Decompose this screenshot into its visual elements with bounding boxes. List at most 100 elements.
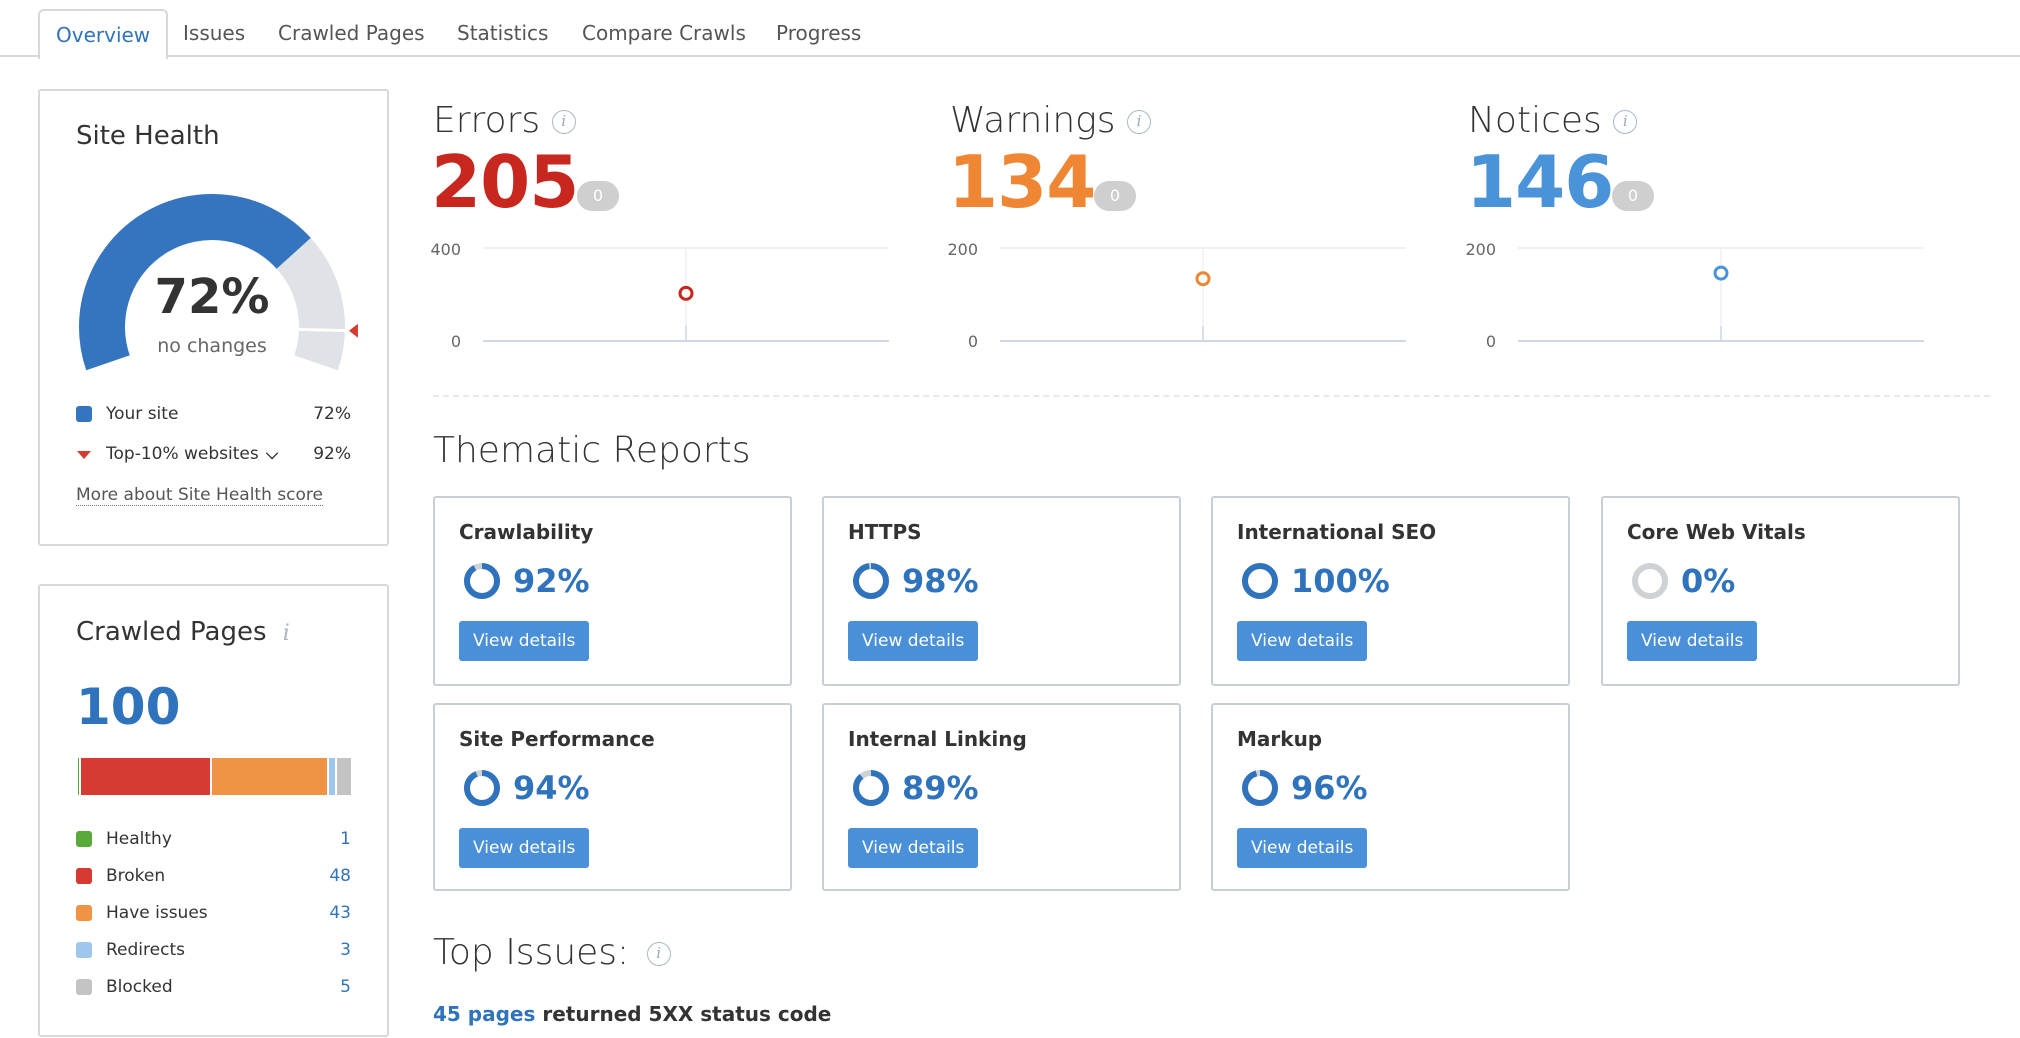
- issue-description: returned 5XX status code: [535, 1002, 832, 1026]
- issue-pages-link[interactable]: 45 pages: [433, 1002, 535, 1026]
- info-icon[interactable]: i: [1126, 110, 1151, 134]
- legend-row-blocked: Blocked 5: [76, 973, 351, 1001]
- donut-fill: [1242, 770, 1278, 806]
- crawled-pages-panel: Crawled Pages i 100 Healthy 1 Broken 48 Have…: [38, 584, 389, 1037]
- site-health-gauge: [79, 194, 358, 371]
- legend-count[interactable]: 48: [329, 862, 351, 890]
- score-donut-icon: [1242, 563, 1278, 599]
- notices-title: Notices i: [1468, 100, 1638, 141]
- thematic-card-crawlability: Crawlability 92% View details: [433, 496, 792, 686]
- legend-label: Broken: [106, 866, 166, 886]
- score-donut-icon: [853, 563, 889, 599]
- legend-swatch: [76, 942, 92, 958]
- view-details-button[interactable]: View details: [459, 621, 590, 661]
- info-icon[interactable]: i: [551, 110, 576, 134]
- legend-label: Healthy: [106, 829, 172, 849]
- errors-trend-chart: [483, 247, 889, 342]
- info-icon[interactable]: i: [283, 621, 290, 646]
- legend-row-have-issues: Have issues 43: [76, 899, 351, 927]
- view-details-button[interactable]: View details: [1627, 621, 1758, 661]
- legend-row-healthy: Healthy 1: [76, 825, 351, 853]
- thematic-card-markup: Markup 96% View details: [1211, 703, 1570, 891]
- tab-statistics[interactable]: Statistics: [441, 9, 564, 57]
- benchmark-marker-icon: [348, 323, 358, 338]
- card-title: Core Web Vitals: [1627, 520, 1806, 544]
- y-axis-max-label: 200: [1465, 240, 1496, 259]
- site-health-change: no changes: [157, 335, 267, 357]
- info-icon[interactable]: i: [1613, 110, 1638, 134]
- tab-progress[interactable]: Progress: [760, 9, 877, 57]
- tab-overview[interactable]: Overview: [38, 9, 169, 59]
- warnings-title: Warnings i: [950, 100, 1151, 141]
- view-details-button[interactable]: View details: [848, 828, 979, 868]
- data-point[interactable]: [1713, 265, 1729, 281]
- card-title: Crawlability: [459, 520, 594, 544]
- view-details-button[interactable]: View details: [459, 828, 590, 868]
- view-details-button[interactable]: View details: [1237, 828, 1368, 868]
- legend-count[interactable]: 1: [340, 825, 351, 853]
- card-score: 96%: [1291, 769, 1368, 807]
- thematic-reports-title: Thematic Reports: [433, 430, 751, 471]
- data-point[interactable]: [678, 285, 694, 301]
- warnings-count[interactable]: 134: [948, 146, 1096, 218]
- notices-trend-chart: [1518, 247, 1924, 342]
- card-title: HTTPS: [848, 520, 922, 544]
- tab-issues[interactable]: Issues: [167, 9, 261, 57]
- bar-segment-blocked[interactable]: [337, 758, 351, 795]
- score-donut-icon: [853, 770, 889, 806]
- legend-count[interactable]: 43: [329, 899, 351, 927]
- bar-segment-have-issues[interactable]: [211, 758, 330, 795]
- score-donut-icon: [1632, 563, 1668, 599]
- chevron-down-icon[interactable]: ⌵: [266, 440, 278, 468]
- y-axis-min-label: 0: [1485, 332, 1496, 351]
- bar-segment-broken[interactable]: [80, 758, 212, 795]
- crawled-pages-bar: [78, 758, 351, 795]
- legend-swatch: [76, 831, 92, 847]
- y-axis-min-label: 0: [450, 332, 461, 351]
- site-health-panel: Site Health 72% no changes Your site 72%…: [38, 89, 389, 546]
- donut-fill: [464, 770, 500, 806]
- donut-fill: [853, 563, 889, 599]
- card-score: 92%: [513, 562, 590, 600]
- warnings-delta-badge: 0: [1094, 181, 1136, 211]
- errors-count[interactable]: 205: [431, 146, 579, 218]
- legend-count[interactable]: 5: [340, 973, 351, 1001]
- crawled-pages-total: 100: [76, 678, 181, 736]
- thematic-card-core-web-vitals: Core Web Vitals 0% View details: [1601, 496, 1960, 686]
- more-about-link-text[interactable]: More about Site Health score: [76, 485, 323, 506]
- score-donut-icon: [464, 770, 500, 806]
- view-details-button[interactable]: View details: [1237, 621, 1368, 661]
- legend-label: Redirects: [106, 940, 185, 960]
- card-title: Markup: [1237, 727, 1323, 751]
- legend-swatch: [76, 868, 92, 884]
- legend-row-redirects: Redirects 3: [76, 936, 351, 964]
- legend-swatch: [76, 979, 92, 995]
- card-score: 0%: [1681, 562, 1736, 600]
- tab-bar: Overview Issues Crawled Pages Statistics…: [0, 0, 2020, 59]
- card-title: Internal Linking: [848, 727, 1027, 751]
- card-title: Site Performance: [459, 727, 655, 751]
- card-score: 89%: [902, 769, 979, 807]
- data-point[interactable]: [1195, 271, 1211, 287]
- legend-label: Blocked: [106, 977, 173, 997]
- view-details-button[interactable]: View details: [848, 621, 979, 661]
- tab-compare-crawls[interactable]: Compare Crawls: [566, 9, 762, 57]
- card-score: 100%: [1291, 562, 1390, 600]
- thematic-card-https: HTTPS 98% View details: [822, 496, 1181, 686]
- legend-count[interactable]: 3: [340, 936, 351, 964]
- donut-track: [1632, 563, 1668, 599]
- bar-segment-redirects[interactable]: [329, 758, 338, 795]
- gauge-benchmark-tick: [298, 327, 345, 333]
- thematic-card-site-performance: Site Performance 94% View details: [433, 703, 792, 891]
- top-issue-item: 45 pages returned 5XX status code: [433, 1002, 831, 1026]
- info-icon[interactable]: i: [646, 942, 671, 966]
- top-issues-title: Top Issues: i: [433, 932, 671, 973]
- legend-swatch: [76, 905, 92, 921]
- legend-top10[interactable]: Top-10% websites ⌵ 92%: [76, 440, 351, 468]
- site-health-score: 72%: [154, 269, 270, 325]
- errors-title: Errors i: [433, 100, 576, 141]
- notices-count[interactable]: 146: [1466, 146, 1614, 218]
- site-health-more-link[interactable]: More about Site Health score: [76, 485, 323, 506]
- tab-crawled-pages[interactable]: Crawled Pages: [262, 9, 441, 57]
- section-divider: [433, 395, 1990, 397]
